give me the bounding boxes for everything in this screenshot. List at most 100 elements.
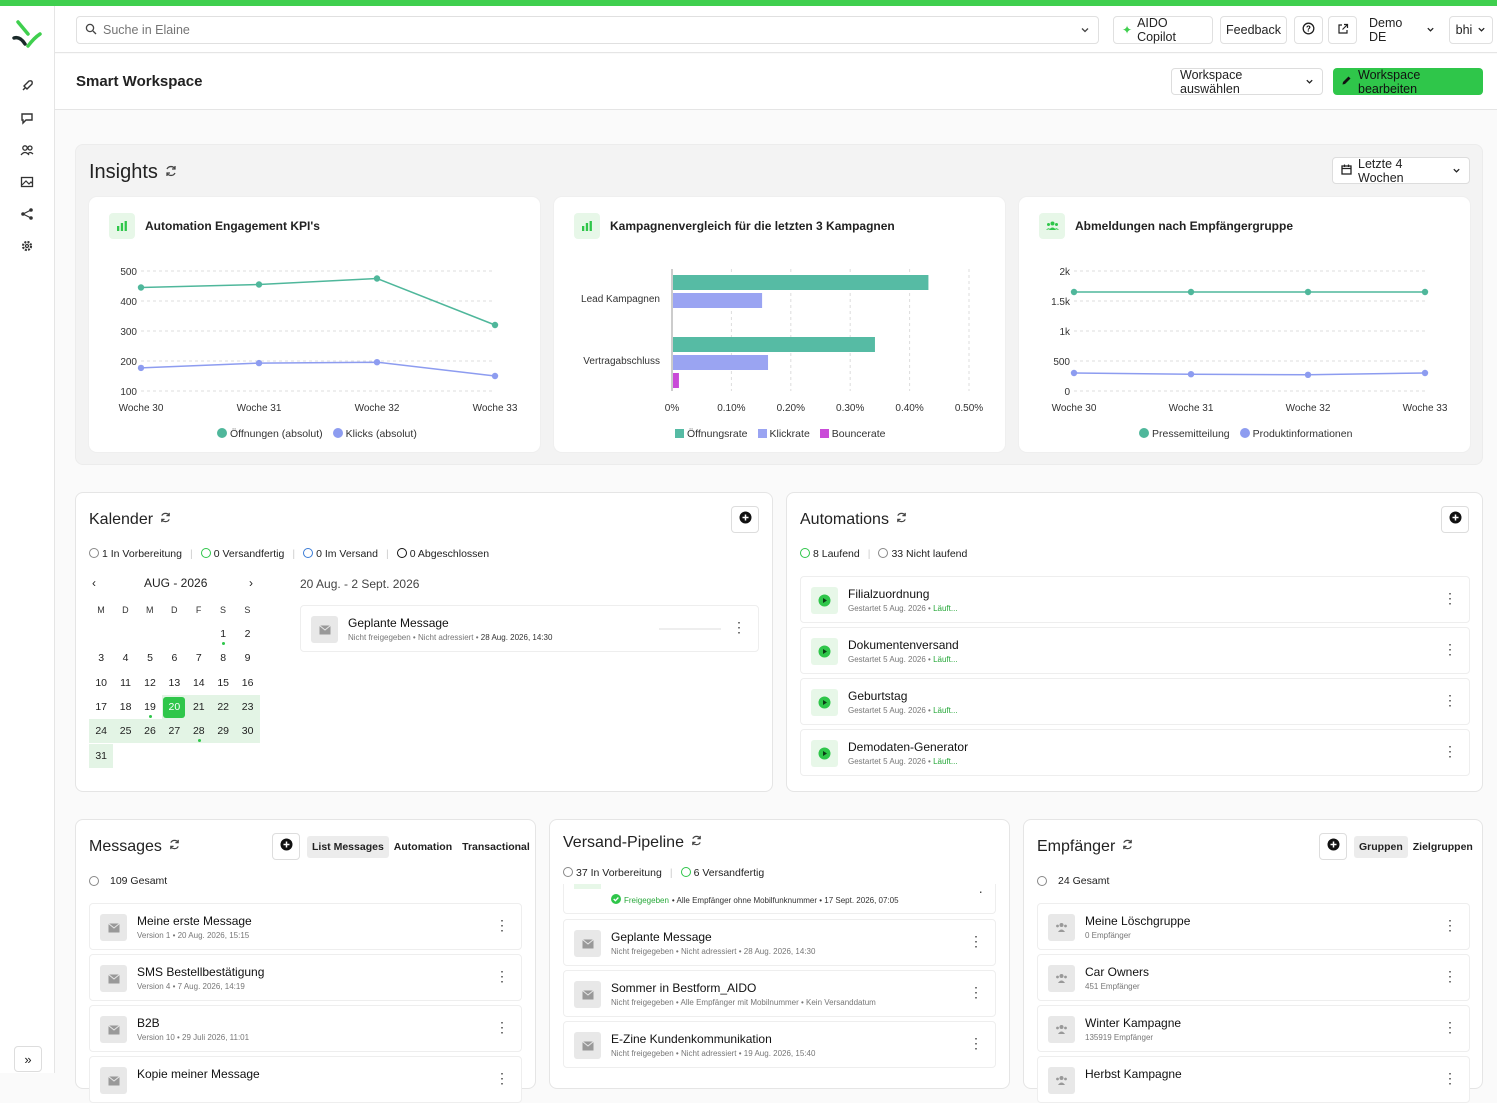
pipeline-item[interactable]: Sommer in Bestform_AIDO Nicht freigegebe…: [563, 970, 996, 1017]
calendar-day[interactable]: 13: [162, 671, 186, 695]
more-menu-icon[interactable]: ⋮: [495, 918, 509, 932]
more-menu-icon[interactable]: ⋮: [495, 969, 509, 983]
status-preparation[interactable]: 1 In Vorbereitung: [89, 548, 182, 560]
calendar-day[interactable]: 22: [211, 694, 236, 720]
calendar-day[interactable]: 24: [89, 719, 114, 744]
calendar-day[interactable]: 12: [138, 671, 162, 695]
recipient-group-item[interactable]: Car Owners 451 Empfänger ⋮: [1037, 954, 1470, 1001]
calendar-day[interactable]: 9: [235, 646, 259, 670]
feedback-button[interactable]: Feedback: [1220, 16, 1287, 44]
pipeline-item-partial[interactable]: Freigegeben • Alle Empfänger ohne Mobilf…: [563, 884, 996, 914]
more-menu-icon[interactable]: ·: [978, 884, 983, 898]
more-menu-icon[interactable]: ⋮: [1443, 744, 1457, 758]
more-menu-icon[interactable]: ⋮: [732, 620, 746, 634]
more-menu-icon[interactable]: ⋮: [1443, 969, 1457, 983]
calendar-day[interactable]: 14: [187, 671, 211, 695]
recipient-group-item[interactable]: Meine Löschgruppe 0 Empfänger ⋮: [1037, 903, 1470, 950]
calendar-day[interactable]: 21: [186, 694, 211, 720]
message-item[interactable]: B2B Version 10 • 29 Juli 2026, 11:01 ⋮: [89, 1005, 522, 1052]
calendar-day[interactable]: 19: [138, 695, 162, 719]
calendar-day[interactable]: 15: [211, 671, 235, 695]
recipient-group-item[interactable]: Winter Kampagne 135919 Empfänger ⋮: [1037, 1005, 1470, 1052]
search-box[interactable]: [76, 16, 1099, 44]
prev-month-button[interactable]: ‹: [92, 576, 96, 590]
calendar-day[interactable]: 25: [113, 719, 138, 744]
refresh-icon[interactable]: [159, 511, 172, 529]
recipient-group-item[interactable]: Herbst Kampagne ⋮: [1037, 1056, 1470, 1103]
calendar-day[interactable]: 11: [113, 671, 137, 695]
tab-automation[interactable]: Automation: [389, 836, 457, 858]
users-icon[interactable]: [17, 140, 37, 160]
refresh-icon[interactable]: [164, 161, 178, 184]
calendar-day[interactable]: 7: [187, 646, 211, 670]
external-link-button[interactable]: [1328, 16, 1357, 44]
more-menu-icon[interactable]: ⋮: [1443, 591, 1457, 605]
automation-item[interactable]: Dokumentenversand Gestartet 5 Aug. 2026 …: [800, 627, 1470, 674]
pipeline-item[interactable]: Geplante Message Nicht freigegeben • Nic…: [563, 919, 996, 966]
message-item[interactable]: Meine erste Message Version 1 • 20 Aug. …: [89, 903, 522, 950]
help-button[interactable]: ?: [1294, 16, 1323, 44]
calendar-day[interactable]: 18: [113, 695, 137, 719]
calendar-day[interactable]: 17: [89, 695, 113, 719]
refresh-icon[interactable]: [1121, 838, 1134, 856]
refresh-icon[interactable]: [895, 511, 908, 529]
add-message-button[interactable]: [272, 833, 300, 860]
workspace-select-button[interactable]: Workspace auswählen: [1171, 68, 1323, 96]
calendar-message-item[interactable]: Geplante Message Nicht freigegeben • Nic…: [300, 605, 759, 652]
tab-transactional[interactable]: Transactional: [457, 836, 535, 858]
calendar-day[interactable]: 1: [211, 622, 235, 646]
more-menu-icon[interactable]: ⋮: [1443, 1020, 1457, 1034]
status-done[interactable]: 0 Abgeschlossen: [396, 548, 489, 560]
calendar-day[interactable]: 6: [162, 646, 186, 670]
calendar-day[interactable]: 23: [235, 694, 260, 720]
tab-target-groups[interactable]: Zielgruppen: [1408, 836, 1478, 858]
status-not-running[interactable]: 33 Nicht laufend: [878, 548, 967, 560]
message-item[interactable]: SMS Bestellbestätigung Version 4 • 7 Aug…: [89, 954, 522, 1001]
image-icon[interactable]: [17, 172, 37, 192]
calendar-day[interactable]: 31: [89, 743, 114, 768]
tab-list-messages[interactable]: List Messages: [307, 836, 389, 858]
more-menu-icon[interactable]: ⋮: [969, 1036, 983, 1050]
date-range-dropdown[interactable]: Letzte 4 Wochen: [1332, 157, 1470, 185]
calendar-day[interactable]: 3: [89, 646, 113, 670]
add-calendar-button[interactable]: [731, 506, 759, 533]
rocket-icon[interactable]: [17, 76, 37, 96]
status-running[interactable]: 8 Laufend: [800, 548, 860, 560]
refresh-icon[interactable]: [168, 838, 181, 856]
message-item[interactable]: Kopie meiner Message ⋮: [89, 1056, 522, 1103]
calendar-day[interactable]: 28: [186, 719, 211, 744]
more-menu-icon[interactable]: ⋮: [969, 985, 983, 999]
status-preparation[interactable]: 37 In Vorbereitung: [563, 867, 662, 879]
calendar-day[interactable]: 10: [89, 671, 113, 695]
calendar-day[interactable]: 30: [235, 719, 260, 744]
share-icon[interactable]: [17, 204, 37, 224]
status-ready[interactable]: 6 Versandfertig: [680, 867, 764, 879]
copilot-button[interactable]: ✦ AIDO Copilot: [1113, 16, 1213, 44]
more-menu-icon[interactable]: ⋮: [495, 1071, 509, 1085]
expand-sidebar-button[interactable]: »: [14, 1046, 42, 1072]
add-recipient-button[interactable]: [1319, 833, 1347, 860]
more-menu-icon[interactable]: ⋮: [495, 1020, 509, 1034]
automation-item[interactable]: Demodaten-Generator Gestartet 5 Aug. 202…: [800, 729, 1470, 776]
more-menu-icon[interactable]: ⋮: [1443, 693, 1457, 707]
user-dropdown[interactable]: bhi: [1449, 16, 1493, 44]
status-ready[interactable]: 0 Versandfertig: [200, 548, 284, 560]
calendar-day[interactable]: 20: [162, 694, 187, 720]
status-sending[interactable]: 0 Im Versand: [303, 548, 378, 560]
add-automation-button[interactable]: [1441, 506, 1469, 533]
chevron-down-icon[interactable]: [1080, 24, 1090, 38]
next-month-button[interactable]: ›: [249, 576, 253, 590]
calendar-day[interactable]: 2: [235, 622, 259, 646]
automation-item[interactable]: Geburtstag Gestartet 5 Aug. 2026 • Läuft…: [800, 678, 1470, 725]
calendar-day[interactable]: 27: [162, 719, 187, 744]
calendar-day[interactable]: 16: [235, 671, 259, 695]
calendar-day[interactable]: 4: [113, 646, 137, 670]
refresh-icon[interactable]: [690, 834, 703, 852]
calendar-day[interactable]: 5: [138, 646, 162, 670]
calendar-day[interactable]: 26: [137, 719, 163, 744]
more-menu-icon[interactable]: ⋮: [1443, 918, 1457, 932]
gear-icon[interactable]: [17, 236, 37, 256]
more-menu-icon[interactable]: ⋮: [1443, 1071, 1457, 1085]
account-dropdown[interactable]: Demo DE: [1361, 16, 1443, 44]
more-menu-icon[interactable]: ⋮: [1443, 642, 1457, 656]
